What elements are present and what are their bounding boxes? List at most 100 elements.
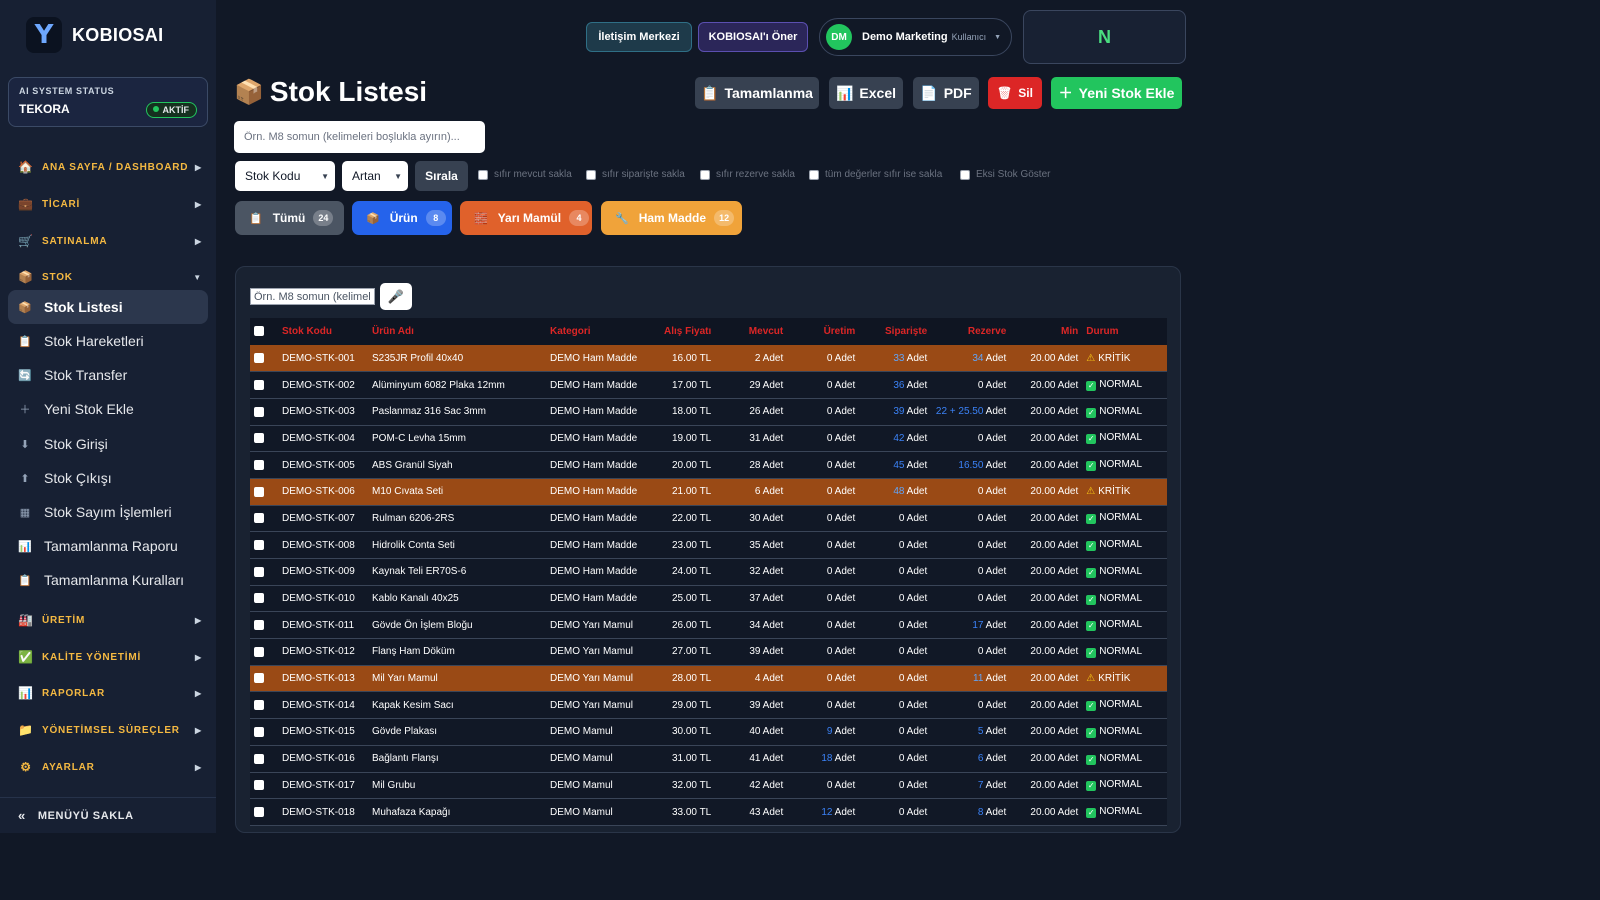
row-checkbox[interactable] <box>254 753 264 764</box>
row-checkbox[interactable] <box>254 726 264 737</box>
sidebar-item-stok-hareketleri[interactable]: 📋 Stok Hareketleri <box>8 324 208 358</box>
filter-urun[interactable]: 📦 Ürün 8 <box>352 201 452 235</box>
table-row[interactable]: DEMO-STK-009 Kaynak Teli ER70S-6 DEMO Ham … <box>250 558 1167 586</box>
cell-name: Hidrolik Conta Seti <box>372 539 455 551</box>
col-rezerve[interactable]: Rezerve <box>931 318 1010 345</box>
brand-logo[interactable]: Y KOBIOSAI <box>26 17 163 53</box>
checkbox[interactable] <box>809 169 819 180</box>
table-search-input[interactable] <box>250 288 375 305</box>
row-checkbox[interactable] <box>254 540 264 551</box>
row-checkbox[interactable] <box>254 352 264 363</box>
filter-ham-madde[interactable]: 🔧 Ham Madde 12 <box>601 201 742 235</box>
sort-button[interactable]: Sırala <box>415 161 468 191</box>
sidebar-item-tamamlanma-kurallari[interactable]: 📋 Tamamlanma Kuralları <box>8 563 208 597</box>
table-row[interactable]: DEMO-STK-017 Mil Grubu DEMO Mamul 32.00 TL 4… <box>250 772 1167 799</box>
row-checkbox[interactable] <box>254 379 264 390</box>
col-stok-kodu[interactable]: Stok Kodu <box>278 318 368 345</box>
row-checkbox[interactable] <box>254 406 264 417</box>
voice-search-button[interactable]: 🎤 <box>380 283 412 310</box>
table-row[interactable]: DEMO-STK-011 Gövde Ön İşlem Bloğu DEMO Yar… <box>250 611 1167 639</box>
option-hide-zero-stock[interactable]: sıfır mevcut sakla <box>478 169 572 180</box>
sort-field-select[interactable]: Stok Kodu ▼ <box>235 161 335 191</box>
cell-min: 20.00 Adet <box>1030 352 1079 364</box>
nav-section-dashboard[interactable]: 🏠 ANA SAYFA / DASHBOARD ▶ <box>18 158 202 176</box>
table-row[interactable]: DEMO-STK-003 Paslanmaz 316 Sac 3mm DEMO Ha… <box>250 398 1167 426</box>
table-row[interactable]: DEMO-STK-001 S235JR Profil 40x40 DEMO Ham … <box>250 345 1167 372</box>
row-checkbox[interactable] <box>254 806 264 817</box>
filter-all[interactable]: 📋 Tümü 24 <box>235 201 344 235</box>
cell-order: 0 Adet <box>859 772 931 799</box>
col-mevcut[interactable]: Mevcut <box>715 318 787 345</box>
col-sipariste[interactable]: Siparişte <box>859 318 931 345</box>
sidebar-item-yeni-stok-ekle[interactable]: ＋ Yeni Stok Ekle <box>8 392 208 426</box>
checkbox[interactable] <box>586 169 596 180</box>
nav-section-stok[interactable]: 📦 STOK ▼ <box>18 268 202 286</box>
row-checkbox[interactable] <box>254 646 264 657</box>
row-checkbox[interactable] <box>254 486 264 497</box>
option-hide-zero-order[interactable]: sıfır siparişte sakla <box>586 169 685 180</box>
table-row[interactable]: DEMO-STK-012 Flanş Ham Döküm DEMO Yarı Mam… <box>250 638 1167 666</box>
col-min[interactable]: Min <box>1010 318 1082 345</box>
user-menu[interactable]: DM Demo Marketing Kullanıcı ▼ <box>819 18 1012 56</box>
table-row[interactable]: DEMO-STK-018 Muhafaza Kapağı DEMO Mamul 33.… <box>250 798 1167 826</box>
checkbox[interactable] <box>960 169 970 180</box>
row-checkbox[interactable] <box>254 673 264 684</box>
row-checkbox[interactable] <box>254 700 264 711</box>
collapse-menu-button[interactable]: « MENÜYÜ SAKLA <box>0 797 216 833</box>
table-row[interactable]: DEMO-STK-007 Rulman 6206-2RS DEMO Ham Madd… <box>250 505 1167 532</box>
delete-button[interactable]: 🗑 Sil <box>988 77 1042 109</box>
row-checkbox[interactable] <box>254 593 264 604</box>
table-row[interactable]: DEMO-STK-013 Mil Yarı Mamul DEMO Yarı Mamu… <box>250 665 1167 692</box>
suggest-button[interactable]: KOBIOSAI'ı Öner <box>698 22 808 52</box>
nav-section-kalite[interactable]: ✅ KALİTE YÖNETİMİ ▶ <box>18 648 202 666</box>
row-checkbox[interactable] <box>254 566 264 577</box>
nav-section-yonetimsel[interactable]: 📁 YÖNETİMSEL SÜREÇLER ▶ <box>18 721 202 739</box>
tamamlanma-button[interactable]: 📋 Tamamlanma <box>695 77 819 109</box>
checkbox[interactable] <box>478 169 488 180</box>
excel-button[interactable]: 📊 Excel <box>829 77 903 109</box>
row-checkbox[interactable] <box>254 513 264 524</box>
table-row[interactable]: DEMO-STK-015 Gövde Plakası DEMO Mamul 30.00… <box>250 718 1167 746</box>
checkbox[interactable] <box>700 169 710 180</box>
table-row[interactable]: DEMO-STK-002 Alüminyum 6082 Plaka 12mm DEM… <box>250 371 1167 399</box>
option-hide-zero-reserve[interactable]: sıfır rezerve sakla <box>700 169 795 180</box>
table-row[interactable]: DEMO-STK-005 ABS Granül Siyah DEMO Ham Mad… <box>250 451 1167 479</box>
notification-panel[interactable]: N <box>1023 10 1186 64</box>
contact-center-button[interactable]: İletişim Merkezi <box>586 22 692 52</box>
nav-section-ticari[interactable]: 💼 TİCARİ ▶ <box>18 195 202 213</box>
col-uretim[interactable]: Üretim <box>787 318 859 345</box>
table-row[interactable]: DEMO-STK-008 Hidrolik Conta Seti DEMO Ham … <box>250 531 1167 559</box>
sidebar-item-stok-cikisi[interactable]: ⬆ Stok Çıkışı <box>8 461 208 495</box>
select-all-checkbox[interactable] <box>254 326 264 337</box>
table-row[interactable]: DEMO-STK-014 Kapak Kesim Sacı DEMO Yarı Ma… <box>250 691 1167 719</box>
row-checkbox[interactable] <box>254 459 264 470</box>
filter-yari-mamul[interactable]: 🧱 Yarı Mamül 4 <box>460 201 592 235</box>
clipboard-icon: 📋 <box>249 212 263 225</box>
table-row[interactable]: DEMO-STK-010 Kablo Kanalı 40x25 DEMO Ham M… <box>250 585 1167 612</box>
row-checkbox[interactable] <box>254 780 264 791</box>
table-row[interactable]: DEMO-STK-004 POM-C Levha 15mm DEMO Ham Mad… <box>250 425 1167 452</box>
nav-section-raporlar[interactable]: 📊 RAPORLAR ▶ <box>18 684 202 702</box>
nav-section-ayarlar[interactable]: ⚙ AYARLAR ▶ <box>18 758 202 776</box>
pdf-button[interactable]: 📄 PDF <box>913 77 979 109</box>
add-stock-button[interactable]: ＋ Yeni Stok Ekle <box>1051 77 1182 109</box>
col-durum[interactable]: Durum <box>1082 318 1167 345</box>
sidebar-item-stok-listesi[interactable]: 📦 Stok Listesi <box>8 290 208 324</box>
col-urun-adi[interactable]: Ürün Adı <box>368 318 546 345</box>
row-checkbox[interactable] <box>254 620 264 631</box>
table-row[interactable]: DEMO-STK-006 M10 Cıvata Seti DEMO Ham Madd… <box>250 478 1167 506</box>
sidebar-item-stok-transfer[interactable]: 🔄 Stok Transfer <box>8 358 208 392</box>
option-show-negative[interactable]: Eksi Stok Göster <box>960 169 1050 180</box>
option-hide-all-zero[interactable]: tüm değerler sıfır ise sakla <box>809 169 942 180</box>
nav-section-satinalma[interactable]: 🛒 SATINALMA ▶ <box>18 232 202 250</box>
row-checkbox[interactable] <box>254 433 264 444</box>
nav-section-uretim[interactable]: 🏭 ÜRETİM ▶ <box>18 611 202 629</box>
sidebar-item-stok-sayim[interactable]: ▦ Stok Sayım İşlemleri <box>8 495 208 529</box>
sort-direction-select[interactable]: Artan ▼ <box>342 161 408 191</box>
sidebar-item-stok-girisi[interactable]: ⬇ Stok Girişi <box>8 427 208 461</box>
sidebar-item-tamamlanma-raporu[interactable]: 📊 Tamamlanma Raporu <box>8 529 208 563</box>
table-row[interactable]: DEMO-STK-016 Bağlantı Flanşı DEMO Mamul 31.… <box>250 745 1167 772</box>
search-input[interactable] <box>234 121 485 153</box>
col-kategori[interactable]: Kategori <box>546 318 641 345</box>
col-alis-fiyati[interactable]: Alış Fiyatı <box>641 318 715 345</box>
